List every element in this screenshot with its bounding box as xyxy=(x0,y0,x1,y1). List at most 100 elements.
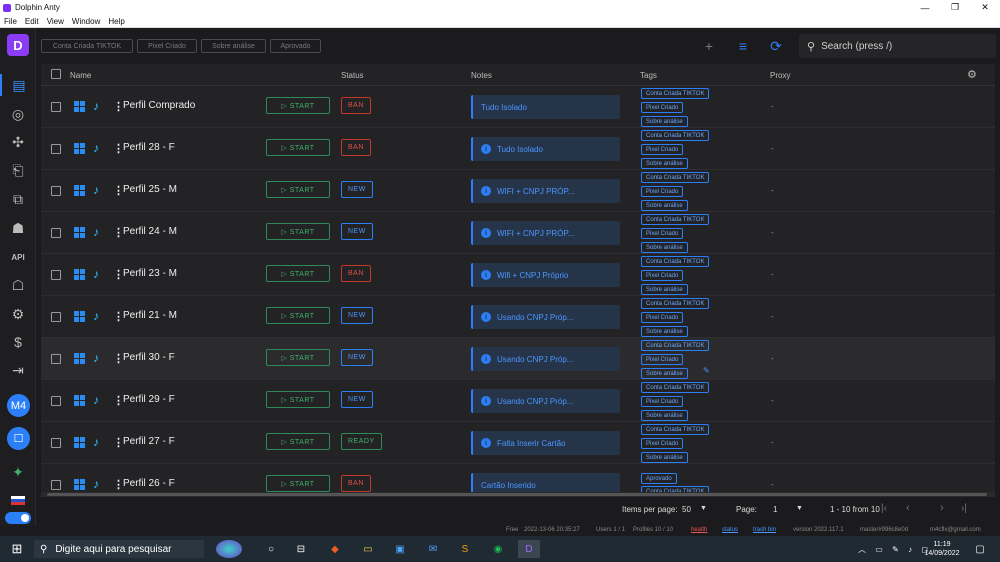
column-name[interactable]: Name xyxy=(70,71,91,80)
menu-window[interactable]: Window xyxy=(68,17,104,26)
tag-chip[interactable]: Pixel Criado xyxy=(641,186,684,197)
status-badge[interactable]: BAN xyxy=(341,97,371,114)
filter-icon[interactable]: ≡ xyxy=(733,36,753,56)
trash-bin-link[interactable]: trash bin xyxy=(753,527,776,533)
status-badge[interactable]: NEW xyxy=(341,181,373,198)
start-button[interactable]: ▷ START xyxy=(266,307,330,324)
edit-tags-icon[interactable]: ✎ xyxy=(703,366,710,375)
status-badge[interactable]: BAN xyxy=(341,265,371,282)
status-badge[interactable]: BAN xyxy=(341,475,371,492)
next-page-icon[interactable]: › xyxy=(940,502,944,514)
proxy-value[interactable]: - xyxy=(771,186,774,195)
dolphin-logo[interactable]: D xyxy=(7,34,29,56)
filter-tag-conta-criada[interactable]: Conta Criada TIKTOK xyxy=(41,39,133,53)
spotify-icon[interactable]: ◉ xyxy=(489,540,507,558)
tag-chip[interactable]: Conta Criada TIKTOK xyxy=(641,256,710,267)
tag-chip[interactable]: Sobre análise xyxy=(641,326,688,337)
items-dropdown-icon[interactable]: ▼ xyxy=(700,505,707,512)
tag-chip[interactable]: Conta Criada TIKTOK xyxy=(641,340,710,351)
tag-chip[interactable]: Conta Criada TIKTOK xyxy=(641,130,710,141)
note-field[interactable]: i WIFI + CNPJ PRÓP... xyxy=(471,221,620,245)
user-avatar[interactable]: M4 xyxy=(7,394,30,417)
table-row[interactable]: ♪ ⋮ Perfil 21 - M ▷ START NEW i Usando CNPJ Pr… xyxy=(41,296,995,338)
tag-chip[interactable]: Sobre análise xyxy=(641,452,688,463)
status-badge[interactable]: NEW xyxy=(341,223,373,240)
robot-icon[interactable]: ☖ xyxy=(6,274,30,296)
row-checkbox[interactable] xyxy=(51,270,61,280)
table-row[interactable]: ♪ ⋮ Perfil 26 - F ▷ START BAN Cartão Inserido… xyxy=(41,464,995,492)
profile-name[interactable]: Perfil 25 - M xyxy=(123,184,177,195)
tag-chip[interactable]: Pixel Criado xyxy=(641,354,684,365)
profile-name[interactable]: Perfil 28 - F xyxy=(123,142,175,153)
tag-chip[interactable]: Conta Criada TIKTOK xyxy=(641,214,710,225)
proxy-value[interactable]: - xyxy=(771,270,774,279)
table-row[interactable]: ♪ ⋮ Perfil 30 - F ▷ START NEW i Usando CNPJ Pr… xyxy=(41,338,995,380)
maximize-button[interactable]: ❐ xyxy=(940,0,970,15)
note-field[interactable]: Tudo Isolado xyxy=(471,95,620,119)
tag-chip[interactable]: Conta Criada TIKTOK xyxy=(641,424,710,435)
start-button[interactable]: ▷ START xyxy=(266,139,330,156)
start-button[interactable]: ▷ START xyxy=(266,475,330,492)
browser-profiles-icon[interactable]: ▤ xyxy=(0,74,36,96)
row-checkbox[interactable] xyxy=(51,186,61,196)
column-status[interactable]: Status xyxy=(341,71,364,80)
sublime-icon[interactable]: S xyxy=(456,540,474,558)
start-button[interactable]: ▷ START xyxy=(266,349,330,366)
status-link[interactable]: status xyxy=(722,527,738,533)
notifications-icon[interactable]: ▢ xyxy=(972,540,988,558)
tips-icon[interactable]: ✦ xyxy=(6,461,30,483)
row-checkbox[interactable] xyxy=(51,102,61,112)
filter-tag-pixel-criado[interactable]: Pixel Criado xyxy=(137,39,197,53)
menu-view[interactable]: View xyxy=(43,17,68,26)
table-row[interactable]: ♪ ⋮ Perfil 24 - M ▷ START NEW i WIFI + CNPJ PR… xyxy=(41,212,995,254)
logout-icon[interactable]: ⇥ xyxy=(6,359,30,381)
theme-toggle[interactable] xyxy=(5,512,31,524)
bookmark-icon[interactable]: ⎗ xyxy=(6,159,30,181)
start-button[interactable]: ▷ START xyxy=(266,265,330,282)
table-row[interactable]: ♪ ⋮ Perfil Comprado ▷ START BAN Tudo Isolado C… xyxy=(41,86,995,128)
row-checkbox[interactable] xyxy=(51,354,61,364)
start-button[interactable]: ▷ START xyxy=(266,181,330,198)
extensions-icon[interactable]: ⧉ xyxy=(6,188,30,210)
note-field[interactable]: i Wifi + CNPJ Próprio xyxy=(471,263,620,287)
filter-tag-aprovado[interactable]: Aprovado xyxy=(270,39,321,53)
proxy-value[interactable]: - xyxy=(771,312,774,321)
menu-help[interactable]: Help xyxy=(104,17,128,26)
profile-name[interactable]: Perfil 27 - F xyxy=(123,436,175,447)
column-proxy[interactable]: Proxy xyxy=(770,71,790,80)
tag-chip[interactable]: Sobre análise xyxy=(641,200,688,211)
profile-name[interactable]: Perfil 30 - F xyxy=(123,352,175,363)
tag-chip[interactable]: Pixel Criado xyxy=(641,396,684,407)
brave-browser-icon[interactable]: ◆ xyxy=(326,540,344,558)
proxy-value[interactable]: - xyxy=(771,228,774,237)
settings-icon[interactable]: ⚙ xyxy=(6,303,30,325)
row-checkbox[interactable] xyxy=(51,438,61,448)
automation-icon[interactable]: ✣ xyxy=(6,131,30,153)
tag-chip[interactable]: Sobre análise xyxy=(641,410,688,421)
search-input[interactable]: ⚲ Search (press /) xyxy=(799,34,996,58)
chat-icon[interactable]: ◎ xyxy=(6,103,30,125)
profile-name[interactable]: Perfil 24 - M xyxy=(123,226,177,237)
task-view-icon[interactable]: ○ xyxy=(262,540,280,558)
tag-chip[interactable]: Conta Criada TIKTOK xyxy=(641,88,710,99)
first-page-icon[interactable]: |‹ xyxy=(881,503,887,514)
column-settings-icon[interactable]: ⚙ xyxy=(967,68,977,81)
tag-chip[interactable]: Conta Criada TIKTOK xyxy=(641,298,710,309)
column-tags[interactable]: Tags xyxy=(640,71,657,80)
table-row[interactable]: ♪ ⋮ Perfil 27 - F ▷ START READY i Falta Inseri… xyxy=(41,422,995,464)
tag-chip[interactable]: Pixel Criado xyxy=(641,270,684,281)
windows-start-icon[interactable]: ⊞ xyxy=(8,540,26,558)
note-field[interactable]: i Falta Inserir Cartão xyxy=(471,431,620,455)
refresh-icon[interactable]: ⟳ xyxy=(766,36,786,56)
table-row[interactable]: ♪ ⋮ Perfil 29 - F ▷ START NEW i Usando CNPJ Pr… xyxy=(41,380,995,422)
close-button[interactable]: ✕ xyxy=(970,0,1000,15)
tag-chip[interactable]: Sobre análise xyxy=(641,116,688,127)
start-button[interactable]: ▷ START xyxy=(266,391,330,408)
tag-chip[interactable]: Sobre análise xyxy=(641,368,688,379)
page-dropdown-icon[interactable]: ▼ xyxy=(796,505,803,512)
dolphin-taskbar-icon[interactable]: D xyxy=(518,540,540,558)
tag-chip[interactable]: Sobre análise xyxy=(641,158,688,169)
profile-name[interactable]: Perfil 29 - F xyxy=(123,394,175,405)
note-field[interactable]: i Usando CNPJ Próp... xyxy=(471,347,620,371)
proxy-value[interactable]: - xyxy=(771,144,774,153)
